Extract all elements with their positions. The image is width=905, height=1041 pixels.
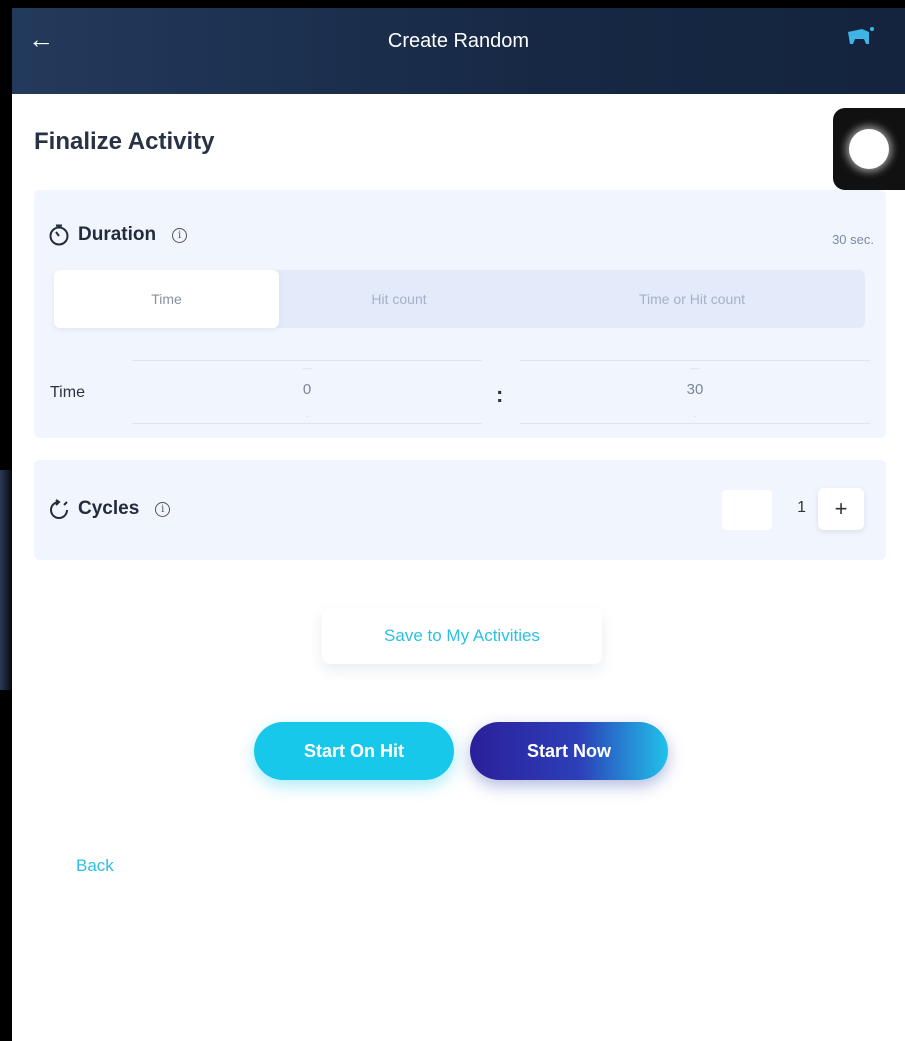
cycles-label: Cycles xyxy=(78,498,140,519)
start-on-hit-button[interactable]: Start On Hit xyxy=(254,722,454,780)
picker-ghost-below: · xyxy=(305,411,309,421)
duration-label: Duration xyxy=(78,224,157,245)
info-icon[interactable]: i xyxy=(155,501,171,517)
duration-card: Duration i 30 sec. Time Hit count Time o… xyxy=(34,190,886,438)
screen: ← Create Random Finalize Activity Durati… xyxy=(0,0,905,1041)
start-now-button[interactable]: Start Now xyxy=(470,722,668,780)
app-window: ← Create Random Finalize Activity Durati… xyxy=(12,8,905,1041)
cycles-plus-button[interactable]: + xyxy=(818,488,864,530)
tab-time[interactable]: Time xyxy=(54,270,279,328)
picker-ghost-above: — xyxy=(302,363,312,373)
picker-ghost-below: · xyxy=(693,411,697,421)
record-button[interactable] xyxy=(833,108,905,190)
cycles-header: Cycles i xyxy=(48,498,171,520)
cycles-value: 1 xyxy=(797,499,806,516)
time-separator: : xyxy=(496,382,504,407)
tab-hit-count[interactable]: Hit count xyxy=(279,270,519,328)
record-icon xyxy=(849,129,889,169)
time-label: Time xyxy=(50,384,85,401)
timer-icon xyxy=(49,224,69,246)
duration-value: 30 sec. xyxy=(832,232,874,247)
save-to-my-activities-button[interactable]: Save to My Activities xyxy=(322,608,602,664)
cycle-icon xyxy=(50,499,68,519)
page-title: Finalize Activity xyxy=(34,128,215,155)
duration-header: Duration i xyxy=(48,224,188,246)
device-icon[interactable] xyxy=(845,26,875,50)
info-icon[interactable]: i xyxy=(172,227,188,243)
cycles-card: Cycles i 1 + xyxy=(34,460,886,560)
picker-ghost-above: — xyxy=(690,363,700,373)
seconds-picker[interactable]: — 30 · xyxy=(520,360,870,424)
minutes-value: 0 xyxy=(302,381,312,398)
seconds-value: 30 xyxy=(686,381,704,398)
duration-mode-tabs: Time Hit count Time or Hit count xyxy=(54,270,865,328)
header-title: Create Random xyxy=(387,30,530,52)
minutes-picker[interactable]: — 0 · xyxy=(132,360,482,424)
cycles-decrement-area[interactable] xyxy=(722,490,772,530)
tab-time-or-hit-count[interactable]: Time or Hit count xyxy=(519,270,865,328)
header-bar: ← Create Random xyxy=(12,8,905,94)
back-link[interactable]: Back xyxy=(76,856,114,876)
